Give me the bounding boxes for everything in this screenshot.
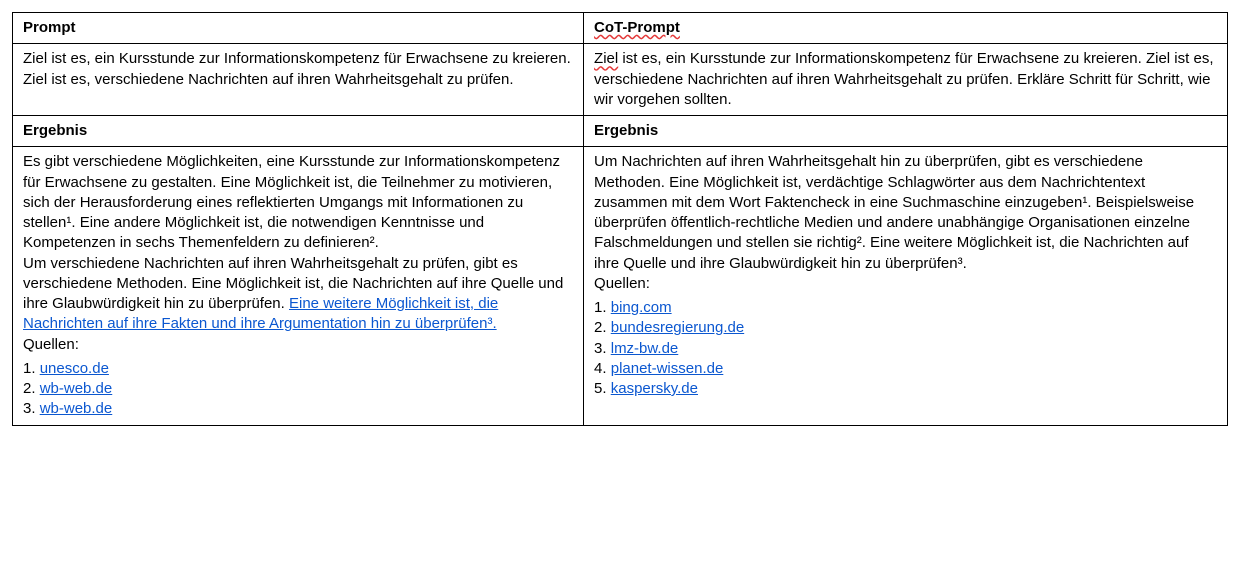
- result-right-cell: Um Nachrichten auf ihren Wahrheitsgehalt…: [584, 147, 1228, 425]
- table-row: Es gibt verschiedene Möglichkeiten, eine…: [13, 147, 1228, 425]
- source-link[interactable]: lmz-bw.de: [611, 340, 679, 357]
- table-row: Prompt CoT-Prompt: [13, 13, 1228, 44]
- result-left-cell: Es gibt verschiedene Möglichkeiten, eine…: [13, 147, 584, 425]
- source-link[interactable]: planet-wissen.de: [611, 360, 724, 377]
- cot-prompt-cell: Ziel ist es, ein Kursstunde zur Informat…: [584, 44, 1228, 116]
- result-left-para2: Um verschiedene Nachrichten auf ihren Wa…: [23, 254, 573, 335]
- cot-prompt-rest: ist es, ein Kursstunde zur Informationsk…: [594, 50, 1213, 108]
- cot-label-squiggle: CoT-Prompt: [594, 19, 680, 36]
- source-item: 1. bing.com: [594, 298, 1217, 318]
- source-link[interactable]: kaspersky.de: [611, 380, 698, 397]
- source-number: 4.: [594, 360, 611, 377]
- cot-prompt-squiggle: Ziel: [594, 50, 618, 67]
- source-item: 4. planet-wissen.de: [594, 359, 1217, 379]
- source-number: 2.: [23, 380, 40, 397]
- source-link[interactable]: wb-web.de: [40, 400, 113, 417]
- source-number: 5.: [594, 380, 611, 397]
- header-prompt: Prompt: [13, 13, 584, 44]
- cot-prompt-text: Ziel ist es, ein Kursstunde zur Informat…: [594, 49, 1217, 110]
- header-cot-prompt: CoT-Prompt: [584, 13, 1228, 44]
- source-number: 3.: [23, 400, 40, 417]
- header-ergebnis-right: Ergebnis: [584, 116, 1228, 147]
- prompt-cell: Ziel ist es, ein Kursstunde zur Informat…: [13, 44, 584, 116]
- comparison-table: Prompt CoT-Prompt Ziel ist es, ein Kurss…: [12, 12, 1228, 426]
- table-row: Ergebnis Ergebnis: [13, 116, 1228, 147]
- source-link[interactable]: bundesregierung.de: [611, 319, 744, 336]
- source-link[interactable]: bing.com: [611, 299, 672, 316]
- source-item: 2. wb-web.de: [23, 379, 573, 399]
- source-item: 2. bundesregierung.de: [594, 318, 1217, 338]
- source-item: 3. lmz-bw.de: [594, 339, 1217, 359]
- table-row: Ziel ist es, ein Kursstunde zur Informat…: [13, 44, 1228, 116]
- prompt-text: Ziel ist es, ein Kursstunde zur Informat…: [23, 49, 573, 90]
- source-item: 3. wb-web.de: [23, 399, 573, 419]
- source-link[interactable]: unesco.de: [40, 360, 109, 377]
- source-number: 1.: [23, 360, 40, 377]
- sources-left: 1. unesco.de2. wb-web.de3. wb-web.de: [23, 359, 573, 420]
- result-right-para1: Um Nachrichten auf ihren Wahrheitsgehalt…: [594, 152, 1217, 274]
- quellen-label-left: Quellen:: [23, 335, 573, 355]
- source-item: 1. unesco.de: [23, 359, 573, 379]
- source-number: 2.: [594, 319, 611, 336]
- source-link[interactable]: wb-web.de: [40, 380, 113, 397]
- quellen-label-right: Quellen:: [594, 274, 1217, 294]
- header-ergebnis-left: Ergebnis: [13, 116, 584, 147]
- source-number: 1.: [594, 299, 611, 316]
- result-left-para1: Es gibt verschiedene Möglichkeiten, eine…: [23, 152, 573, 253]
- sources-right: 1. bing.com2. bundesregierung.de3. lmz-b…: [594, 298, 1217, 399]
- source-number: 3.: [594, 340, 611, 357]
- source-item: 5. kaspersky.de: [594, 379, 1217, 399]
